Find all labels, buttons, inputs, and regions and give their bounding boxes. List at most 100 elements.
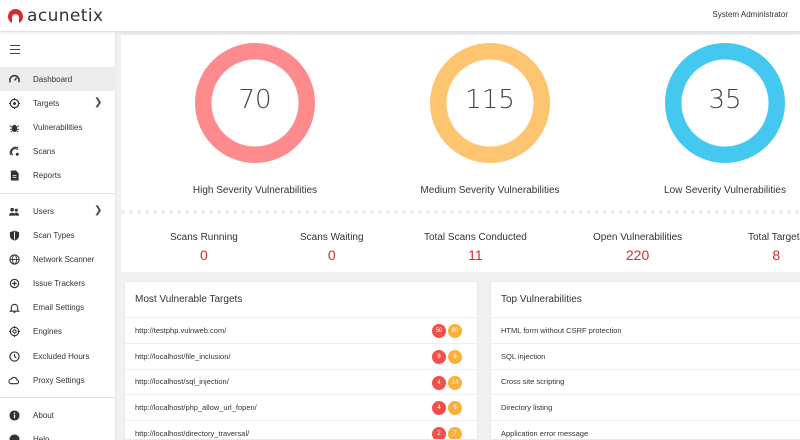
stat-label: Open Vulnerabilities bbox=[593, 232, 683, 243]
sidebar-item-issue-trackers[interactable]: Issue Trackers bbox=[0, 272, 116, 296]
most-vulnerable-targets-panel: Most Vulnerable Targets http://testphp.v… bbox=[124, 281, 478, 440]
vulnerability-name[interactable]: Directory listing bbox=[501, 403, 552, 412]
network-icon bbox=[8, 253, 20, 265]
stat-value: 0 bbox=[327, 247, 336, 263]
user-menu[interactable]: System Administrator bbox=[712, 10, 788, 19]
stat-label: Total Scans Conducted bbox=[424, 232, 527, 243]
target-row[interactable]: http://localhost/file_inclusion/8 6 bbox=[125, 344, 477, 370]
sidebar-item-network-scanner[interactable]: Network Scanner bbox=[0, 247, 116, 271]
stat-label: Scans Waiting bbox=[300, 232, 364, 243]
sidebar-item-scans[interactable]: Scans bbox=[0, 140, 116, 164]
stat-total-scans[interactable]: Total Scans Conducted 11 bbox=[424, 232, 527, 263]
low-severity-ring: 35 bbox=[665, 43, 785, 163]
sidebar-item-help[interactable]: Help bbox=[0, 428, 116, 440]
stat-value: 220 bbox=[625, 247, 650, 263]
bug-icon bbox=[8, 121, 20, 133]
target-row[interactable]: http://localhost/directory_traversal/2 7 bbox=[125, 421, 477, 439]
medium-severity-label: Medium Severity Vulnerabilities bbox=[420, 185, 560, 196]
sidebar-item-vulnerabilities[interactable]: Vulnerabilities bbox=[0, 115, 116, 139]
radar-icon bbox=[8, 146, 20, 158]
sidebar-item-dashboard[interactable]: Dashboard bbox=[0, 67, 116, 92]
stat-label: Scans Running bbox=[170, 232, 238, 243]
tracker-icon bbox=[8, 278, 20, 290]
stat-value: 11 bbox=[468, 247, 483, 263]
sidebar-item-label: Reports bbox=[33, 171, 62, 181]
logo-text: acunetix bbox=[27, 6, 104, 26]
sidebar-item-proxy-settings[interactable]: Proxy Settings bbox=[0, 368, 116, 392]
low-severity-count: 35 bbox=[708, 85, 742, 115]
vulnerability-row[interactable]: Application error message bbox=[491, 421, 800, 439]
sidebar-item-label: Proxy Settings bbox=[33, 375, 85, 385]
target-row[interactable]: http://localhost/php_allow_url_fopen/4 6 bbox=[125, 395, 477, 422]
medium-count-badge: 60 bbox=[448, 324, 462, 338]
stat-scans-waiting[interactable]: Scans Waiting 0 bbox=[300, 232, 364, 263]
target-icon bbox=[8, 97, 20, 109]
sidebar-item-about[interactable]: About bbox=[0, 403, 116, 427]
high-severity-card[interactable]: 70 High Severity Vulnerabilities bbox=[185, 43, 325, 196]
hamburger-menu-icon[interactable] bbox=[10, 45, 20, 56]
target-url[interactable]: http://localhost/directory_traversal/ bbox=[135, 429, 249, 438]
high-count-badge: 4 bbox=[432, 401, 446, 416]
sidebar-item-email-settings[interactable]: Email Settings bbox=[0, 296, 116, 320]
chevron-right-icon[interactable]: ❯ bbox=[94, 97, 102, 108]
vulnerability-name[interactable]: Application error message bbox=[501, 429, 588, 438]
sidebar-item-reports[interactable]: Reports bbox=[0, 164, 116, 188]
sidebar-item-label: Excluded Hours bbox=[33, 351, 90, 361]
panel-title: Most Vulnerable Targets bbox=[125, 282, 477, 318]
medium-count-badge: 6 bbox=[448, 401, 462, 416]
target-url[interactable]: http://testphp.vulnweb.com/ bbox=[135, 326, 226, 335]
sidebar-item-label: Scans bbox=[33, 147, 56, 157]
stat-scans-running[interactable]: Scans Running 0 bbox=[170, 232, 238, 263]
stat-value: 8 bbox=[772, 247, 781, 263]
sidebar-item-targets[interactable]: Targets ❯ bbox=[0, 91, 116, 115]
sidebar-item-label: Dashboard bbox=[33, 74, 73, 84]
high-severity-label: High Severity Vulnerabilities bbox=[192, 185, 318, 196]
bell-icon bbox=[8, 302, 20, 314]
target-url[interactable]: http://localhost/sql_injection/ bbox=[135, 377, 229, 386]
scan-stats: Scans Running 0 Scans Waiting 0 Total Sc… bbox=[121, 210, 800, 272]
sidebar-item-label: Issue Trackers bbox=[33, 279, 86, 289]
acunetix-logo[interactable]: acunetix bbox=[8, 6, 103, 26]
engine-icon bbox=[8, 326, 20, 338]
medium-count-badge: 7 bbox=[448, 427, 462, 439]
target-url[interactable]: http://localhost/file_inclusion/ bbox=[135, 352, 230, 361]
chevron-right-icon[interactable]: ❯ bbox=[94, 205, 102, 216]
vulnerability-row[interactable]: Directory listing bbox=[491, 395, 800, 422]
stat-open-vulnerabilities[interactable]: Open Vulnerabilities 220 bbox=[593, 232, 682, 263]
sidebar-item-label: Scan Types bbox=[33, 230, 75, 240]
sidebar-item-label: Network Scanner bbox=[33, 254, 95, 264]
shield-icon bbox=[8, 229, 20, 241]
sidebar-item-excluded-hours[interactable]: Excluded Hours bbox=[0, 344, 116, 368]
high-count-badge: 2 bbox=[432, 427, 446, 439]
vulnerability-row[interactable]: SQL injection bbox=[491, 344, 800, 370]
sidebar-item-label: Users bbox=[33, 206, 54, 216]
target-row[interactable]: http://localhost/sql_injection/4 14 bbox=[125, 370, 477, 396]
sidebar-item-label: Targets bbox=[33, 98, 60, 108]
low-severity-card[interactable]: 35 Low Severity Vulnerabilities bbox=[655, 43, 795, 196]
sidebar-item-users[interactable]: Users ❯ bbox=[0, 199, 116, 223]
low-severity-label: Low Severity Vulnerabilities bbox=[664, 185, 786, 196]
vulnerability-name[interactable]: HTML form without CSRF protection bbox=[501, 326, 622, 335]
sidebar-divider bbox=[0, 192, 116, 194]
sidebar-item-engines[interactable]: Engines bbox=[0, 320, 116, 344]
logo-icon bbox=[8, 8, 23, 24]
dashboard-main: 70 High Severity Vulnerabilities 115 Med… bbox=[116, 32, 800, 440]
sidebar: Dashboard Targets ❯ Vulnerabilities Scans Rep… bbox=[0, 32, 116, 440]
target-url[interactable]: http://localhost/php_allow_url_fopen/ bbox=[135, 403, 257, 412]
users-icon bbox=[8, 205, 20, 217]
sidebar-item-label: Help bbox=[33, 435, 50, 440]
target-row[interactable]: http://testphp.vulnweb.com/50 60 bbox=[125, 318, 477, 344]
sidebar-item-scan-types[interactable]: Scan Types bbox=[0, 223, 116, 247]
high-count-badge: 8 bbox=[432, 349, 446, 364]
vulnerability-name[interactable]: SQL injection bbox=[501, 352, 545, 361]
high-count-badge: 50 bbox=[432, 324, 446, 338]
sidebar-nav: Dashboard Targets ❯ Vulnerabilities Scans Rep… bbox=[0, 67, 116, 440]
vulnerability-name[interactable]: Cross site scripting bbox=[501, 377, 564, 386]
medium-count-badge: 14 bbox=[448, 375, 462, 390]
vulnerability-row[interactable]: Cross site scripting bbox=[491, 370, 800, 396]
panel-title: Top Vulnerabilities bbox=[491, 282, 800, 318]
vulnerability-row[interactable]: HTML form without CSRF protection bbox=[491, 318, 800, 344]
stat-total-targets[interactable]: Total Targets 8 bbox=[748, 232, 800, 263]
medium-severity-card[interactable]: 115 Medium Severity Vulnerabilities bbox=[420, 43, 560, 196]
cloud-icon bbox=[8, 374, 20, 386]
